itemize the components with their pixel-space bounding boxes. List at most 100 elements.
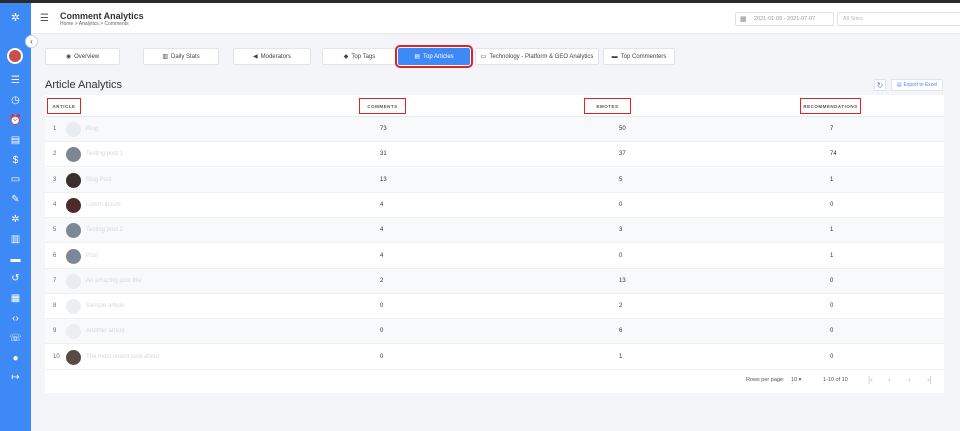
tab-label: Top Commenters xyxy=(620,53,667,60)
tab-top-articles[interactable]: ▤ Top Articles xyxy=(395,45,473,68)
row-number: 2 xyxy=(53,151,57,158)
date-range-picker[interactable]: ▦ 2021-01-09 - 2021-07-07 xyxy=(735,12,834,26)
tab-daily-stats[interactable]: ▥ Daily Stats xyxy=(143,48,219,65)
emotes-cell: 0 xyxy=(619,201,623,208)
date-range-value: 2021-01-09 - 2021-07-07 xyxy=(754,16,816,22)
app-logo-icon[interactable]: ✲ xyxy=(8,11,23,26)
comments-cell: 2 xyxy=(380,277,384,284)
article-title[interactable]: An amazing post title xyxy=(86,278,142,284)
chat-icon[interactable]: ● xyxy=(0,348,31,368)
alarm-icon[interactable]: ⏰ xyxy=(0,111,31,131)
export-excel-button[interactable]: ▤ Export to Excel xyxy=(891,79,943,91)
header-comments[interactable]: COMMENTS xyxy=(359,98,406,114)
table-row[interactable]: 2 Testing post 1 31 37 74 xyxy=(45,142,944,168)
gear-icon[interactable]: ✲ xyxy=(0,210,31,230)
card-icon[interactable]: ▬ xyxy=(0,249,31,269)
table-row[interactable]: 1 Blog 73 50 7 xyxy=(45,117,944,142)
table-row[interactable]: 3 Blog Post 13 5 1 xyxy=(45,167,944,193)
article-title[interactable]: Lorem ipsum xyxy=(86,202,121,208)
user-avatar[interactable] xyxy=(7,48,23,64)
tab-top-tags[interactable]: ◆ Top Tags xyxy=(322,48,397,65)
table-row[interactable]: 10 The most recent post about 0 1 0 xyxy=(45,345,944,370)
article-thumbnail xyxy=(66,273,81,289)
header-emotes[interactable]: EMOTES xyxy=(584,98,631,114)
list-icon[interactable]: ☰ xyxy=(0,71,31,91)
article-thumbnail xyxy=(66,223,81,239)
site-select-placeholder: All Sites xyxy=(843,16,863,22)
row-number: 10 xyxy=(53,353,60,360)
sidebar-nav: ☰ ◷ ⏰ ▤ $ ▭ ✎ ✲ ▥ ▬ ↺ ▦ ‹› ☏ ● ↦ xyxy=(0,71,31,388)
dollar-icon[interactable]: $ xyxy=(0,150,31,170)
comments-cell: 13 xyxy=(380,176,387,183)
speech-icon: ▬ xyxy=(611,53,618,60)
history-icon[interactable]: ↺ xyxy=(0,269,31,289)
prev-page-icon[interactable]: ‹ xyxy=(888,375,891,384)
comments-cell: 4 xyxy=(380,227,384,234)
article-title[interactable]: Blog xyxy=(86,126,98,132)
breadcrumb[interactable]: Home > Analytics > Comments xyxy=(60,21,129,27)
table-row[interactable]: 4 Lorem ipsum 4 0 0 xyxy=(45,193,944,218)
id-card-icon[interactable]: ▭ xyxy=(0,170,31,190)
recommendations-cell: 1 xyxy=(830,227,834,234)
table-row[interactable]: 6 Post 4 0 1 xyxy=(45,244,944,269)
article-title[interactable]: Testing post 2 xyxy=(86,227,123,233)
table-row[interactable]: 5 Testing post 2 4 3 1 xyxy=(45,218,944,244)
book-icon[interactable]: ▤ xyxy=(0,130,31,150)
code-icon[interactable]: ‹› xyxy=(0,309,31,329)
tab-moderators[interactable]: ◀ Moderators xyxy=(233,48,311,65)
tab-label: Overview xyxy=(74,53,100,60)
article-title[interactable]: Blog Post xyxy=(86,177,112,183)
article-thumbnail xyxy=(66,197,81,213)
tab-overview[interactable]: ◉ Overview xyxy=(45,48,120,65)
article-thumbnail xyxy=(66,248,81,264)
recommendations-cell: 0 xyxy=(830,353,834,360)
article-title[interactable]: Testing post 1 xyxy=(86,151,123,157)
recommendations-cell: 0 xyxy=(830,277,834,284)
eye-icon: ◉ xyxy=(65,54,72,60)
top-header: ☰ Comment Analytics Home > Analytics > C… xyxy=(31,3,960,34)
emotes-cell: 6 xyxy=(619,328,623,335)
tab-technology-platform-geo-analytics[interactable]: ▭ Technology - Platform & GEO Analytics xyxy=(475,48,599,65)
header-recommendations[interactable]: RECOMMENDATIONS xyxy=(800,98,861,114)
tab-label: Daily Stats xyxy=(170,53,200,60)
comments-cell: 0 xyxy=(380,353,384,360)
table-header: ARTICLE COMMENTS EMOTES RECOMMENDATIONS xyxy=(45,95,944,117)
tab-top-commenters[interactable]: ▬ Top Commenters xyxy=(603,48,675,65)
rows-per-page-label: Rows per page: xyxy=(746,377,785,383)
header-article[interactable]: ARTICLE xyxy=(47,98,81,114)
refresh-button[interactable]: ↻ xyxy=(874,79,886,91)
article-title[interactable]: The most recent post about xyxy=(86,354,159,360)
sidebar: ✲ ‹ ☰ ◷ ⏰ ▤ $ ▭ ✎ ✲ ▥ ▬ ↺ ▦ ‹› ☏ ● ↦ xyxy=(0,3,38,431)
row-number: 4 xyxy=(53,201,57,208)
pencil-icon[interactable]: ✎ xyxy=(0,190,31,210)
article-title[interactable]: Post xyxy=(86,253,98,259)
emotes-cell: 50 xyxy=(619,126,626,132)
table-row[interactable]: 7 An amazing post title 2 13 0 xyxy=(45,268,944,294)
article-title[interactable]: Sample article xyxy=(86,303,124,309)
laptop-icon: ▭ xyxy=(480,54,487,60)
logout-icon[interactable]: ↦ xyxy=(0,368,31,388)
clock-icon[interactable]: ◷ xyxy=(0,91,31,111)
rows-per-page-select[interactable]: 10 ▾ xyxy=(791,377,801,383)
table-icon[interactable]: ▦ xyxy=(0,289,31,309)
article-thumbnail xyxy=(66,147,81,163)
emotes-cell: 0 xyxy=(619,252,623,259)
article-thumbnail xyxy=(66,299,81,315)
last-page-icon[interactable]: ›| xyxy=(927,375,932,384)
section-title: Article Analytics xyxy=(45,79,123,91)
bar-chart-icon: ▥ xyxy=(162,54,168,60)
chart-icon[interactable]: ▥ xyxy=(0,229,31,249)
site-select[interactable]: All Sites ▾ xyxy=(837,12,960,26)
refresh-icon: ↻ xyxy=(876,81,884,90)
hamburger-menu-icon[interactable]: ☰ xyxy=(40,13,49,24)
comments-cell: 4 xyxy=(380,252,384,259)
first-page-icon[interactable]: |‹ xyxy=(868,375,873,384)
next-page-icon[interactable]: › xyxy=(908,375,911,384)
recommendations-cell: 0 xyxy=(830,201,834,208)
article-title[interactable]: Another article xyxy=(86,328,125,334)
table-row[interactable]: 8 Sample article 0 2 0 xyxy=(45,294,944,320)
collapse-sidebar-button[interactable]: ‹ xyxy=(25,35,38,48)
recommendations-cell: 0 xyxy=(830,328,834,335)
table-row[interactable]: 9 Another article 0 6 0 xyxy=(45,319,944,345)
headset-icon[interactable]: ☏ xyxy=(0,328,31,348)
